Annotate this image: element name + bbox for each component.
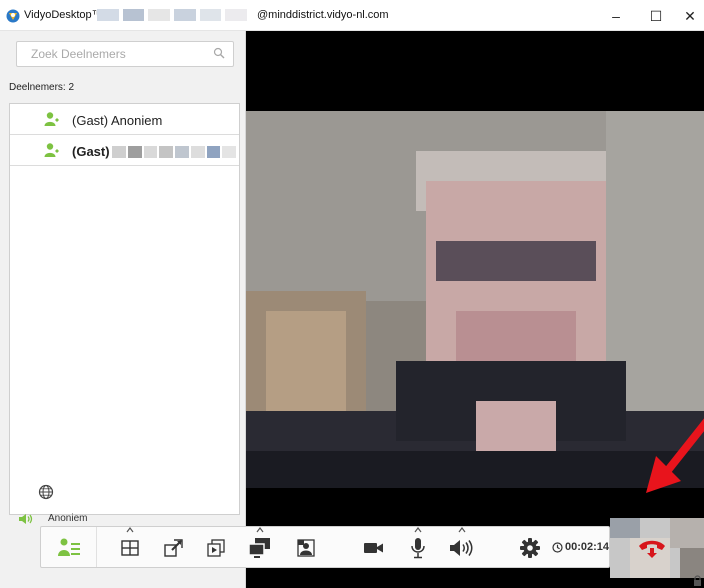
title-bar: VidyoDesktop™ - @minddistrict.vidyo-nl.c… xyxy=(0,0,704,31)
chevron-up-icon xyxy=(126,527,134,533)
video-stream xyxy=(246,31,704,588)
chevron-up-icon xyxy=(414,527,422,533)
grid-layout-icon xyxy=(121,540,139,556)
chevron-up-icon xyxy=(458,527,466,533)
lock-icon xyxy=(694,575,701,586)
hang-up-icon xyxy=(639,540,665,558)
hang-up-button[interactable] xyxy=(627,535,677,561)
layout-button[interactable] xyxy=(115,527,145,563)
fullscreen-icon xyxy=(164,539,183,557)
self-view-button[interactable] xyxy=(245,527,275,563)
speaker-volume-icon xyxy=(450,540,473,556)
user-icon xyxy=(44,143,59,157)
minimize-button[interactable]: – xyxy=(606,6,626,26)
window-title-domain: @minddistrict.vidyo-nl.com xyxy=(257,9,389,21)
microphone-button[interactable] xyxy=(403,527,433,563)
window-title-redacted xyxy=(97,9,248,21)
participant-count: Deelnemers: 2 xyxy=(9,82,75,93)
participants-sidebar: Deelnemers: 2 (Gast) Anoniem (Gast) xyxy=(0,31,246,588)
maximize-button[interactable]: ☐ xyxy=(646,6,666,26)
pip-icon xyxy=(297,539,315,557)
camera-icon xyxy=(364,543,383,553)
active-speaker-name: Anoniem xyxy=(48,513,88,524)
participant-name: (Gast) xyxy=(72,144,110,159)
redacted-name xyxy=(112,146,236,158)
call-timer: 00:02:14 xyxy=(565,541,610,553)
vidyo-logo-icon xyxy=(6,9,20,23)
gear-icon xyxy=(520,538,540,558)
participant-list: (Gast) Anoniem (Gast) xyxy=(9,103,240,515)
pip-button[interactable] xyxy=(291,533,321,563)
participants-button[interactable] xyxy=(41,527,97,567)
search-icon[interactable] xyxy=(213,47,225,59)
share-content-icon xyxy=(207,539,225,557)
camera-button[interactable] xyxy=(359,533,389,563)
participant-row[interactable]: (Gast) Anoniem xyxy=(10,104,239,135)
speaker-icon xyxy=(19,514,33,524)
settings-button[interactable] xyxy=(515,533,545,563)
participant-name: (Gast) Anoniem xyxy=(72,113,163,128)
call-toolbar: 00:02:14 xyxy=(40,526,665,568)
globe-icon[interactable] xyxy=(38,484,54,500)
attention-arrow-icon xyxy=(646,418,704,493)
participant-row[interactable]: (Gast) xyxy=(10,135,239,166)
chevron-up-icon xyxy=(256,527,264,533)
user-icon xyxy=(44,112,59,126)
microphone-icon xyxy=(411,538,425,559)
participant-list-icon xyxy=(57,538,80,556)
close-button[interactable]: ✕ xyxy=(680,6,700,26)
search-input[interactable] xyxy=(17,42,207,66)
clock-icon xyxy=(552,542,563,553)
speaker-button[interactable] xyxy=(447,527,477,563)
search-box xyxy=(16,41,234,67)
fullscreen-button[interactable] xyxy=(159,533,189,563)
share-button[interactable] xyxy=(201,533,231,563)
self-view-icon xyxy=(248,538,270,558)
